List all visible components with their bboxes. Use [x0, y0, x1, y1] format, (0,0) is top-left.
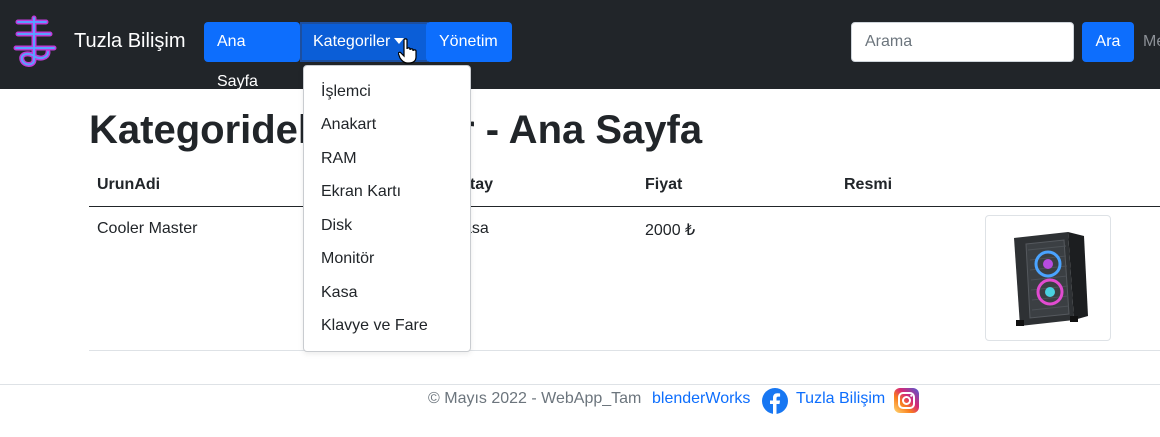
dropdown-item-ekran-karti[interactable]: Ekran Kartı: [321, 183, 401, 201]
brand-logo-icon[interactable]: [10, 14, 60, 70]
product-thumbnail[interactable]: [985, 215, 1111, 341]
col-header-image: Resmi: [844, 176, 893, 193]
search-input[interactable]: [851, 22, 1074, 62]
footer-copyright: © Mayıs 2022 - WebApp_Tam: [428, 390, 642, 407]
pc-case-image: [1014, 232, 1088, 326]
table-row-divider: [89, 350, 1160, 351]
cell-product-price: 2000 ₺: [645, 222, 696, 239]
nav-categories-label: Kategoriler: [313, 33, 391, 50]
col-header-price: Fiyat: [645, 176, 683, 193]
brand-name[interactable]: Tuzla Bilişim: [74, 30, 186, 53]
nav-home-button[interactable]: Ana Sayfa: [204, 22, 300, 90]
categories-dropdown-menu: İşlemci Anakart RAM Ekran Kartı Disk Mon…: [303, 65, 471, 352]
instagram-icon[interactable]: [894, 388, 919, 413]
footer-link-tuzla-bilisim[interactable]: Tuzla Bilişim: [796, 390, 885, 408]
dropdown-item-ram[interactable]: RAM: [321, 150, 357, 168]
footer-link-blenderworks[interactable]: blenderWorks: [652, 390, 750, 408]
dropdown-item-islemci[interactable]: İşlemci: [321, 83, 371, 101]
col-header-name: UrunAdi: [97, 176, 161, 193]
dropdown-item-klavye-fare[interactable]: Klavye ve Fare: [321, 317, 428, 335]
nav-admin-button[interactable]: Yönetim: [426, 22, 512, 62]
dropdown-item-kasa[interactable]: Kasa: [321, 284, 357, 302]
page-title-left: Kategoridel: [89, 108, 310, 152]
dropdown-item-disk[interactable]: Disk: [321, 217, 352, 235]
nav-overflow-text[interactable]: Me: [1143, 33, 1160, 51]
footer-divider: [0, 384, 1160, 385]
dropdown-item-anakart[interactable]: Anakart: [321, 116, 376, 134]
page-title-right: r - Ana Sayfa: [459, 108, 703, 152]
hand-cursor-icon: [398, 38, 417, 64]
search-button[interactable]: Ara: [1082, 22, 1134, 62]
dropdown-item-monitor[interactable]: Monitör: [321, 250, 374, 268]
facebook-icon[interactable]: [761, 387, 789, 415]
navbar: Tuzla Bilişim Ana Sayfa Kategoriler Yöne…: [0, 0, 1160, 90]
cell-product-name: Cooler Master: [97, 220, 198, 237]
table-header-divider: [89, 206, 1160, 207]
